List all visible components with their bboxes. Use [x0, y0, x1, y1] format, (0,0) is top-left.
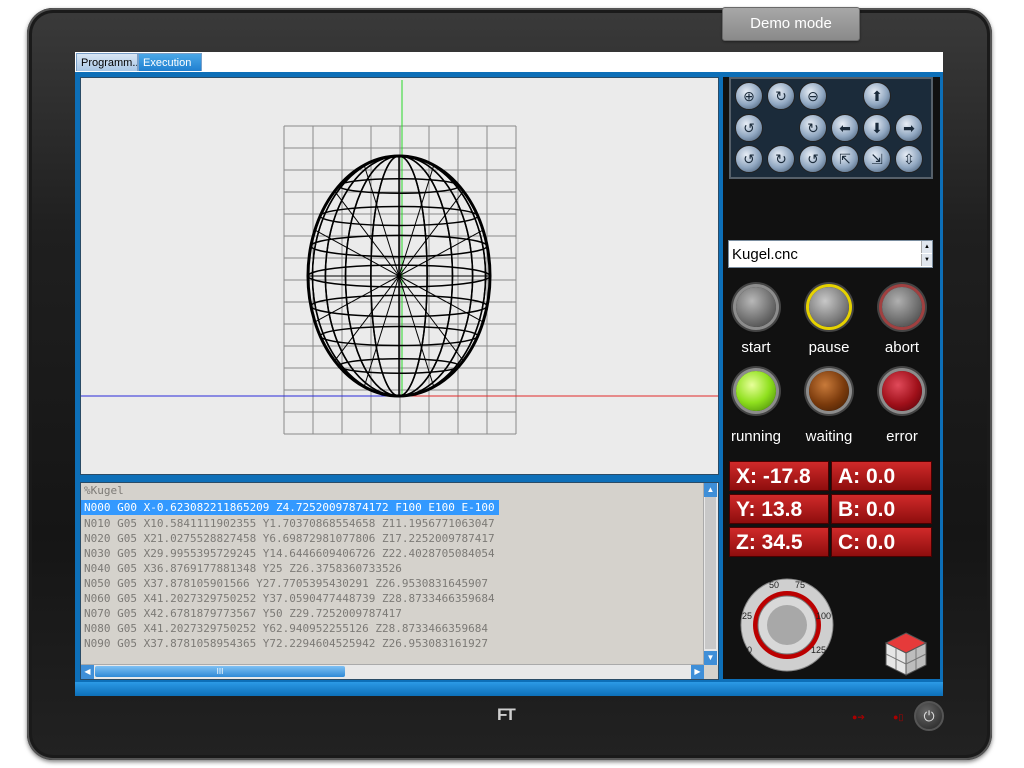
power-icon[interactable]: ⏻ [914, 701, 944, 731]
file-select[interactable]: ▲ ▼ [728, 240, 933, 268]
pause-label: pause [808, 339, 850, 356]
view-z-icon[interactable]: ⇳ [895, 145, 923, 173]
nc-code-listing[interactable]: %Kugel N000 G00 X-0.623082211865209 Z4.7… [80, 482, 719, 680]
code-line[interactable]: N090 G05 X37.8781058954365 Y72.229460452… [81, 636, 718, 651]
sphere-spoke [334, 275, 400, 362]
rotate-left-icon[interactable]: ↺ [735, 114, 763, 142]
code-line[interactable]: N040 G05 X36.8769177881348 Y25 Z26.37583… [81, 561, 718, 576]
rotate-y-icon[interactable]: ↻ [767, 145, 795, 173]
zoom-out-icon[interactable]: ⊖ [799, 82, 827, 110]
zoom-in-icon[interactable]: ⊕ [735, 82, 763, 110]
code-line[interactable]: N080 G05 X41.2027329750252 Y62.940952255… [81, 621, 718, 636]
scroll-up-icon[interactable]: ▲ [704, 483, 717, 497]
y-coordinate: Y: 13.8 [729, 494, 829, 524]
move-down-icon[interactable]: ⬇ [863, 114, 891, 142]
sphere-spoke [398, 190, 464, 277]
dial-tick: 75 [795, 580, 805, 590]
running-lamp [736, 371, 776, 411]
z-coordinate: Z: 34.5 [729, 527, 829, 557]
file-spin-down-icon[interactable]: ▼ [921, 254, 932, 266]
x-coordinate: X: -17.8 [729, 461, 829, 491]
code-line[interactable]: N020 G05 X21.0275528827458 Y6.6987298107… [81, 531, 718, 546]
waiting-label: waiting [805, 428, 853, 445]
waiting-lamp [809, 371, 849, 411]
code-line[interactable]: %Kugel [81, 483, 718, 498]
code-line[interactable]: N070 G05 X42.6781879773567 Y50 Z29.72520… [81, 606, 718, 621]
running-label: running [730, 428, 782, 445]
screen: Programm... Execution %Kugel N000 G00 X-… [75, 52, 943, 696]
code-line[interactable]: N010 G05 X10.5841111902355 Y1.7037086855… [81, 516, 718, 531]
view-x-icon[interactable]: ⇱ [831, 145, 859, 173]
rotate-right-icon[interactable]: ↻ [799, 114, 827, 142]
c-coordinate: C: 0.0 [831, 527, 932, 557]
main-frame: %Kugel N000 G00 X-0.623082211865209 Z4.7… [75, 72, 943, 696]
tab-bar: Programm... Execution [75, 52, 943, 73]
abort-button[interactable] [882, 287, 922, 327]
demo-mode-button[interactable]: Demo mode [722, 7, 860, 41]
view-y-icon[interactable]: ⇲ [863, 145, 891, 173]
tab-execution[interactable]: Execution [138, 53, 202, 71]
rotate-x-icon[interactable]: ↺ [735, 145, 763, 173]
dial-knob-center [767, 605, 807, 645]
error-label: error [886, 428, 918, 445]
vertical-scrollbar[interactable]: ▲ ▼ [703, 483, 718, 665]
sphere-wireframe [306, 154, 492, 398]
b-coordinate: B: 0.0 [831, 494, 932, 524]
control-panel: ⊕ ↻ ⊖ ⬆ ↺ ↻ ⬅ ⬇ ➡ ↺ ↻ ↺ ⇱ ⇲ ⇳ ▲ ▼ [723, 77, 940, 679]
dial-tick: 0 [747, 645, 752, 655]
start-label: start [741, 339, 771, 356]
indicator-led-icon: ●▯ [893, 712, 904, 722]
code-line-selected[interactable]: N000 G00 X-0.623082211865209 Z4.72520097… [81, 500, 499, 515]
vertical-scroll-thumb[interactable] [705, 497, 716, 649]
move-left-icon[interactable]: ⬅ [831, 114, 859, 142]
pause-button[interactable] [809, 287, 849, 327]
brand-logo: FT [497, 705, 516, 724]
file-spin-up-icon[interactable]: ▲ [921, 241, 932, 253]
tab-programming[interactable]: Programm... [76, 53, 138, 71]
indicator-led-icon: ●➔ [852, 712, 865, 722]
scroll-left-icon[interactable]: ◀ [81, 665, 94, 679]
dial-tick: 25 [742, 611, 752, 621]
code-line[interactable]: N050 G05 X37.878105901566 Y27.7705395430… [81, 576, 718, 591]
toolpath-preview [81, 80, 718, 435]
sphere-spoke [334, 190, 400, 277]
dial-tick: 50 [769, 580, 779, 590]
move-right-icon[interactable]: ➡ [895, 114, 923, 142]
code-line[interactable]: N030 G05 X29.9955395729245 Y14.644660940… [81, 546, 718, 561]
feed-override-dial[interactable]: 50 75 25 100 0 125 [737, 575, 837, 675]
rotate-z-icon[interactable]: ↺ [799, 145, 827, 173]
horizontal-scroll-thumb[interactable]: III [95, 666, 345, 677]
scroll-right-icon[interactable]: ▶ [691, 665, 704, 679]
dial-tick: 125 [811, 645, 826, 655]
move-up-icon[interactable]: ⬆ [863, 82, 891, 110]
code-lines: %Kugel N000 G00 X-0.623082211865209 Z4.7… [81, 483, 718, 651]
code-line[interactable]: N060 G05 X41.2027329750252 Y37.059047744… [81, 591, 718, 606]
error-lamp [882, 371, 922, 411]
toolpath-viewport[interactable] [80, 77, 719, 475]
abort-label: abort [884, 339, 920, 356]
rotate-view-icon[interactable]: ↻ [767, 82, 795, 110]
cube-view-icon[interactable] [881, 629, 931, 679]
view-navigation-pad: ⊕ ↻ ⊖ ⬆ ↺ ↻ ⬅ ⬇ ➡ ↺ ↻ ↺ ⇱ ⇲ ⇳ [729, 77, 933, 179]
a-coordinate: A: 0.0 [831, 461, 932, 491]
start-button[interactable] [736, 287, 776, 327]
file-name-field[interactable] [729, 241, 919, 267]
dial-tick: 100 [816, 611, 831, 621]
sphere-spoke [398, 275, 464, 362]
scroll-down-icon[interactable]: ▼ [704, 651, 717, 665]
horizontal-scrollbar[interactable]: ◀ III ▶ [81, 664, 704, 679]
status-bar [75, 682, 943, 696]
